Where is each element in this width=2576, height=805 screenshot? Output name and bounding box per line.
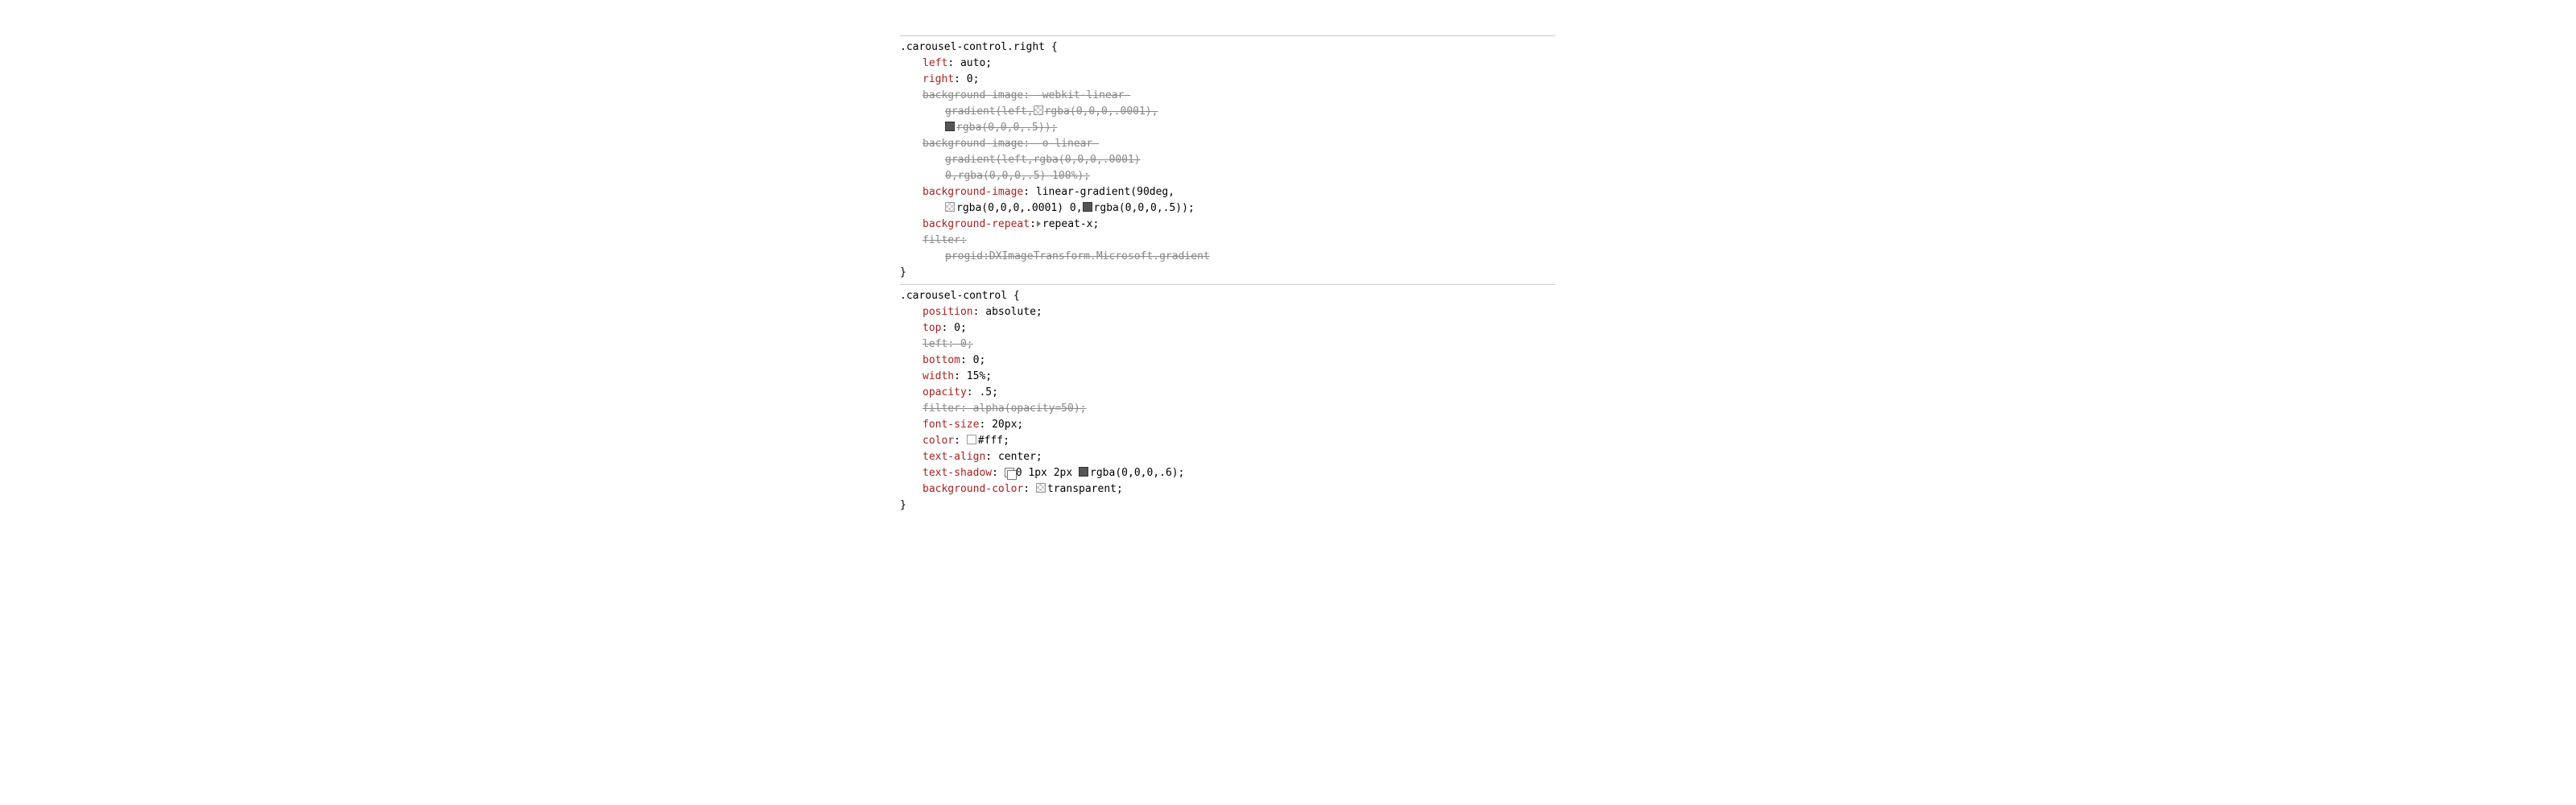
css-declaration-overridden[interactable]: left: 0;: [900, 336, 1555, 353]
css-declaration[interactable]: width: 15%;: [900, 369, 1555, 385]
color-swatch-icon[interactable]: [945, 122, 955, 131]
css-declaration[interactable]: top: 0;: [900, 320, 1555, 336]
property-value[interactable]: auto: [960, 57, 985, 69]
css-declaration[interactable]: font-size: 20px;: [900, 417, 1555, 433]
css-declaration[interactable]: background-repeat:repeat-x;: [900, 217, 1555, 233]
color-swatch-icon[interactable]: [967, 435, 976, 444]
css-declaration[interactable]: position: absolute;: [900, 304, 1555, 320]
selector-line: .carousel-control {: [900, 288, 1555, 304]
overridden-text: rgba(0,0,0,.5));: [956, 122, 1057, 134]
css-declaration-cont[interactable]: rgba(0,0,0,.0001) 0, rgba(0,0,0,.5));: [900, 200, 1555, 217]
css-declaration[interactable]: text-shadow: 0 1px 2px rgba(0,0,0,.6);: [900, 465, 1555, 481]
property-value[interactable]: 0: [954, 322, 960, 334]
property-value[interactable]: 0 1px 2px: [1016, 467, 1079, 479]
property-name[interactable]: left: [923, 57, 947, 69]
property-name[interactable]: top: [923, 322, 941, 334]
property-name[interactable]: right: [923, 73, 954, 85]
css-rule: .carousel-control.right { left: auto; ri…: [900, 35, 1555, 284]
close-brace-line: }: [900, 265, 1555, 281]
css-declaration[interactable]: opacity: .5;: [900, 385, 1555, 401]
color-swatch-icon[interactable]: [1083, 202, 1092, 212]
property-value[interactable]: center: [998, 451, 1036, 463]
styles-panel[interactable]: .carousel-control.right { left: auto; ri…: [900, 35, 1555, 517]
property-name[interactable]: color: [923, 435, 954, 447]
overridden-text: background-image: -webkit-linear-: [923, 89, 1130, 101]
selector[interactable]: .carousel-control.right: [900, 41, 1045, 53]
property-name[interactable]: background-image: [923, 186, 1023, 198]
color-swatch-icon[interactable]: [1036, 483, 1046, 493]
open-brace: {: [1013, 290, 1020, 302]
overridden-text: rgba(0,0,0,.0001),: [1045, 105, 1158, 118]
color-swatch-icon[interactable]: [945, 202, 955, 212]
overridden-text: filter:: [923, 234, 967, 246]
property-value[interactable]: rgba(0,0,0,.5));: [1094, 202, 1195, 214]
property-value[interactable]: 0: [967, 73, 973, 85]
css-declaration[interactable]: right: 0;: [900, 72, 1555, 88]
css-declaration-overridden[interactable]: filter:: [900, 233, 1555, 249]
property-name[interactable]: font-size: [923, 419, 979, 431]
property-value[interactable]: absolute: [985, 306, 1036, 318]
property-value[interactable]: linear-gradient(90deg,: [1036, 186, 1174, 198]
property-name[interactable]: bottom: [923, 354, 960, 366]
selector-line: .carousel-control.right {: [900, 39, 1555, 56]
property-name[interactable]: background-color: [923, 483, 1023, 495]
property-value[interactable]: transparent: [1047, 483, 1117, 495]
css-declaration[interactable]: left: auto;: [900, 56, 1555, 72]
css-declaration-overridden-cont[interactable]: gradient(left, rgba(0,0,0,.0001),: [900, 104, 1555, 120]
property-value[interactable]: rgba(0,0,0,.6): [1090, 467, 1179, 479]
css-declaration-overridden[interactable]: filter: alpha(opacity=50);: [900, 401, 1555, 417]
property-name[interactable]: text-shadow: [923, 467, 992, 479]
css-rule: .carousel-control { position: absolute; …: [900, 284, 1555, 517]
property-name[interactable]: text-align: [923, 451, 985, 463]
overridden-text: background-image: -o-linear-: [923, 138, 1099, 150]
css-declaration-overridden-cont[interactable]: 0,rgba(0,0,0,.5) 100%);: [900, 168, 1555, 184]
css-declaration-overridden-cont[interactable]: gradient(left,rgba(0,0,0,.0001): [900, 152, 1555, 168]
property-value[interactable]: 0: [960, 338, 967, 350]
overridden-text: filter: alpha(opacity=50);: [923, 402, 1087, 415]
property-name[interactable]: background-repeat: [923, 218, 1030, 230]
expand-icon[interactable]: [1037, 221, 1041, 227]
css-declaration[interactable]: bottom: 0;: [900, 353, 1555, 369]
color-swatch-icon[interactable]: [1034, 105, 1043, 115]
property-name[interactable]: width: [923, 370, 954, 382]
shadow-editor-icon[interactable]: [1005, 468, 1014, 477]
color-swatch-icon[interactable]: [1079, 467, 1088, 477]
css-declaration[interactable]: background-image: linear-gradient(90deg,: [900, 184, 1555, 200]
property-value[interactable]: 15%: [967, 370, 985, 382]
property-name[interactable]: position: [923, 306, 973, 318]
overridden-text: progid:DXImageTransform.Microsoft.gradie…: [945, 250, 1210, 262]
css-declaration[interactable]: text-align: center;: [900, 449, 1555, 465]
close-brace-line: }: [900, 497, 1555, 514]
css-declaration-overridden-cont[interactable]: rgba(0,0,0,.5));: [900, 120, 1555, 136]
css-declaration-overridden-cont[interactable]: progid:DXImageTransform.Microsoft.gradie…: [900, 249, 1555, 265]
property-name[interactable]: left: [923, 338, 947, 350]
overridden-text: 0,rgba(0,0,0,.5) 100%);: [945, 170, 1090, 182]
css-declaration-overridden[interactable]: background-image: -o-linear-: [900, 136, 1555, 152]
css-declaration[interactable]: background-color: transparent;: [900, 481, 1555, 497]
property-value[interactable]: 20px: [992, 419, 1017, 431]
property-value[interactable]: rgba(0,0,0,.0001) 0,: [956, 202, 1083, 214]
property-name[interactable]: opacity: [923, 386, 967, 398]
overridden-text: gradient(left,rgba(0,0,0,.0001): [945, 154, 1141, 166]
property-value[interactable]: #fff: [978, 435, 1003, 447]
open-brace: {: [1051, 41, 1058, 53]
property-value[interactable]: repeat-x: [1042, 218, 1093, 230]
css-declaration-overridden[interactable]: background-image: -webkit-linear-: [900, 88, 1555, 104]
selector[interactable]: .carousel-control: [900, 290, 1007, 302]
property-value[interactable]: .5: [979, 386, 992, 398]
css-declaration[interactable]: color: #fff;: [900, 433, 1555, 449]
overridden-text: gradient(left,: [945, 105, 1034, 118]
